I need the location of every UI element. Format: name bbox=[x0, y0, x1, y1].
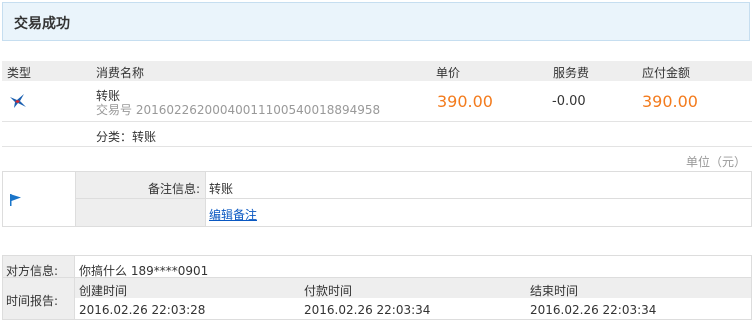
col-price: 单价 bbox=[436, 66, 461, 80]
remark-value: 转账 bbox=[209, 182, 234, 196]
divider bbox=[75, 172, 76, 226]
unit-price: 390.00 bbox=[437, 92, 493, 111]
service-fee: -0.00 bbox=[552, 94, 586, 109]
paid-time-header: 付款时间 bbox=[304, 284, 353, 298]
divider bbox=[2, 121, 752, 122]
divider bbox=[2, 146, 752, 147]
category-line: 分类：转账 bbox=[96, 128, 156, 145]
trade-number-label: 交易号 bbox=[96, 103, 133, 117]
paid-time: 2016.02.26 22:03:34 bbox=[304, 303, 431, 317]
total-amount: 390.00 bbox=[642, 92, 698, 111]
unit-note: 单位（元） bbox=[686, 155, 747, 169]
created-time: 2016.02.26 22:03:28 bbox=[79, 303, 206, 317]
divider bbox=[76, 198, 751, 199]
trade-number-line: 交易号 20160226200040011100540018894958 bbox=[96, 101, 380, 118]
counterparty-label: 对方信息: bbox=[6, 264, 59, 278]
edit-remark-link[interactable]: 编辑备注 bbox=[209, 206, 257, 223]
divider bbox=[205, 172, 206, 226]
end-time: 2016.02.26 22:03:34 bbox=[530, 303, 657, 317]
swallow-logo-icon bbox=[8, 91, 28, 111]
page-title: 交易成功 bbox=[14, 16, 70, 32]
counterparty-value: 你搞什么 189****0901 bbox=[79, 264, 209, 278]
time-header-row bbox=[75, 278, 751, 298]
created-time-header: 创建时间 bbox=[79, 284, 128, 298]
col-type: 类型 bbox=[7, 66, 32, 80]
remark-label: 备注信息: bbox=[147, 182, 200, 196]
status-banner bbox=[2, 2, 750, 41]
divider bbox=[74, 256, 75, 319]
category-value: 转账 bbox=[132, 130, 157, 144]
col-name: 消费名称 bbox=[96, 66, 145, 80]
time-report-label: 时间报告: bbox=[6, 294, 59, 308]
category-label: 分类： bbox=[96, 130, 133, 144]
end-time-header: 结束时间 bbox=[530, 284, 579, 298]
col-total: 应付金额 bbox=[642, 66, 691, 80]
flag-icon bbox=[9, 193, 23, 207]
trade-number: 20160226200040011100540018894958 bbox=[135, 103, 381, 117]
col-fee: 服务费 bbox=[553, 66, 590, 80]
